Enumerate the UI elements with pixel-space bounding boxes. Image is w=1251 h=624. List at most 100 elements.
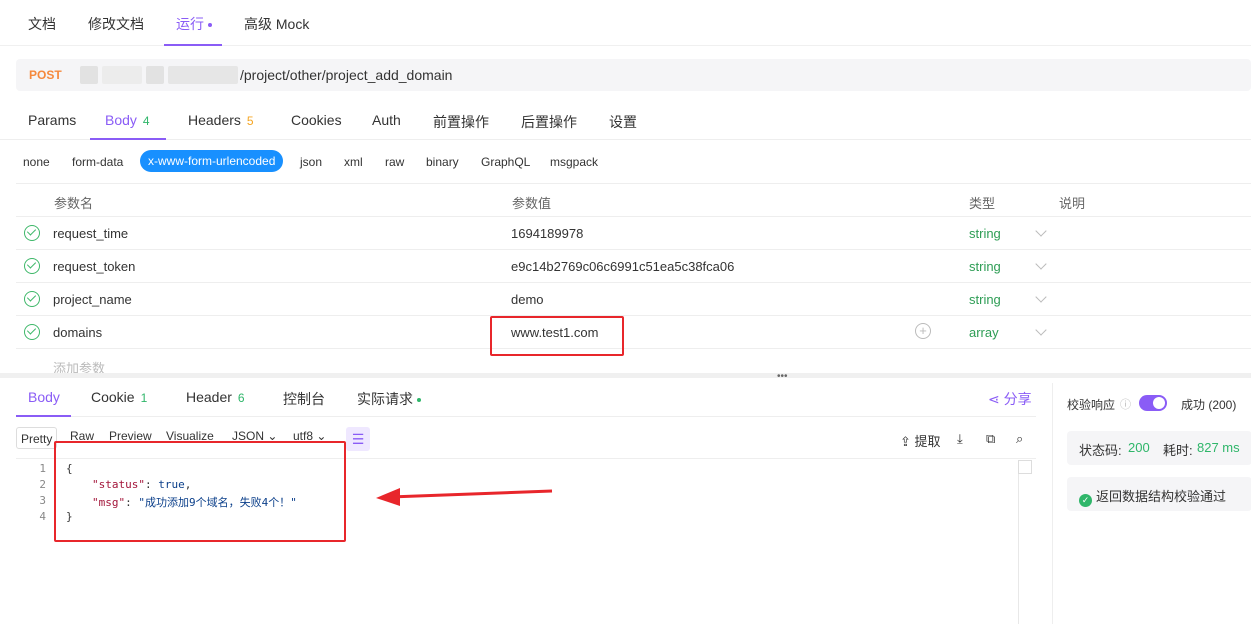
enabled-check-icon[interactable] [24,291,40,307]
tab-advanced-mock[interactable]: 高级 Mock [244,14,309,34]
param-value[interactable]: e9c14b2769c06c6991c51ea5c38fca06 [511,259,734,274]
body-type-form-data[interactable]: form-data [72,155,123,169]
resp-tab-console[interactable]: 控制台 [283,389,325,409]
enabled-check-icon[interactable] [24,324,40,340]
body-type-xml[interactable]: xml [344,155,363,169]
share-icon: ⋖ [988,391,1004,407]
line-number: 2 [39,478,46,491]
top-tab-bar: 文档 修改文档 运行 高级 Mock [0,0,1251,46]
enabled-check-icon[interactable] [24,225,40,241]
resp-tab-header[interactable]: Header 6 [186,389,245,405]
param-name[interactable]: project_name [53,292,132,307]
url-path[interactable]: /project/other/project_add_domain [240,67,452,83]
body-type-urlencoded[interactable]: x-www-form-urlencoded [140,150,284,172]
param-row: request_token e9c14b2769c06c6991c51ea5c3… [16,250,1251,283]
param-row: project_name demo string [16,283,1251,316]
param-type[interactable]: array [969,325,999,340]
add-item-plus-icon[interactable]: + [915,323,931,339]
tab-auth[interactable]: Auth [372,112,401,128]
help-icon: ⓘ [1120,399,1131,411]
tab-body-label: Body [105,112,137,128]
success-label[interactable]: 成功 (200) [1181,396,1236,413]
mode-pretty[interactable]: Pretty [16,427,58,449]
param-name[interactable]: domains [53,325,102,340]
resp-tab-actual-request[interactable]: 实际请求 [357,389,421,409]
param-name[interactable]: request_token [53,259,135,274]
tab-run[interactable]: 运行 [176,14,212,34]
param-type[interactable]: string [969,292,1001,307]
param-row: domains www.test1.com + array [16,316,1251,349]
body-type-msgpack[interactable]: msgpack [550,155,598,169]
param-value[interactable]: demo [511,292,544,307]
body-type-raw[interactable]: raw [385,155,404,169]
body-type-json[interactable]: json [300,155,322,169]
wrap-lines-icon[interactable]: ☰ [346,427,370,451]
tab-edit-docs[interactable]: 修改文档 [88,14,144,34]
resp-tab-cookie-label: Cookie [91,389,135,405]
redacted-host [146,66,164,84]
param-name[interactable]: request_time [53,226,128,241]
tab-body[interactable]: Body 4 [105,112,150,128]
tab-headers[interactable]: Headers 5 [188,112,254,128]
validate-toggle[interactable] [1139,395,1167,411]
tab-run-label: 运行 [176,16,204,32]
active-tab-underline [90,138,166,140]
request-url-bar[interactable]: POST /project/other/project_add_domain [16,59,1251,91]
params-header-row: 参数名 参数值 类型 说明 [16,184,1251,217]
validate-label: 校验响应 [1067,398,1116,412]
resize-handle-icon[interactable]: ••• [777,371,788,382]
chevron-down-icon[interactable] [1035,291,1047,303]
tab-docs[interactable]: 文档 [28,14,56,34]
validation-result: ✓ 返回数据结构校验通过 [1079,486,1226,507]
time-label: 耗时: [1163,443,1193,458]
tab-post-actions[interactable]: 后置操作 [521,112,577,132]
validation-sidebar: 校验响应 ⓘ 成功 (200) 状态码: 200 耗时: 827 ms ✓ 返回数… [1052,383,1251,624]
extract-label: 提取 [914,434,941,449]
copy-icon[interactable]: ⧉ [986,431,995,447]
param-type[interactable]: string [969,226,1001,241]
validation-result-card: ✓ 返回数据结构校验通过 [1067,477,1251,511]
col-desc-header: 说明 [1059,196,1086,211]
chevron-down-icon[interactable] [1035,258,1047,270]
enabled-check-icon[interactable] [24,258,40,274]
extract-icon: ⇪ [900,434,915,449]
body-type-graphql[interactable]: GraphQL [481,155,530,169]
share-button[interactable]: ⋖ 分享 [988,389,1032,409]
redacted-host [102,66,142,84]
body-type-binary[interactable]: binary [426,155,459,169]
param-value[interactable]: 1694189978 [511,226,583,241]
chevron-down-icon[interactable] [1035,324,1047,336]
param-type[interactable]: string [969,259,1001,274]
editor-scrollbar[interactable] [1018,460,1019,624]
validation-message: 返回数据结构校验通过 [1096,489,1227,504]
status-dot [417,398,421,403]
download-icon[interactable]: ⤓ [957,431,963,447]
line-number: 3 [39,494,46,507]
extract-button[interactable]: ⇪ 提取 [900,431,941,450]
tab-pre-actions[interactable]: 前置操作 [433,112,489,132]
tab-params[interactable]: Params [28,112,76,128]
params-table: 参数名 参数值 类型 说明 request_time 1694189978 st… [16,183,1251,376]
status-code-value: 200 [1128,440,1150,455]
status-card: 状态码: 200 耗时: 827 ms [1067,431,1251,465]
red-arrow-icon [376,488,553,506]
body-type-none[interactable]: none [23,155,50,169]
resp-tab-header-label: Header [186,389,232,405]
resp-tab-body[interactable]: Body [28,389,60,405]
chevron-down-icon[interactable] [1035,225,1047,237]
line-number: 4 [39,510,46,523]
time-value: 827 ms [1197,440,1240,455]
tab-cookies[interactable]: Cookies [291,112,342,128]
tab-settings[interactable]: 设置 [609,112,637,132]
response-tab-bar: Body Cookie 1 Header 6 控制台 实际请求 ⋖ 分享 [16,383,1036,417]
request-tab-bar: Params Body 4 Headers 5 Cookies Auth 前置操作 … [0,104,1251,140]
panel-divider[interactable] [0,373,1251,378]
http-method[interactable]: POST [29,68,62,82]
unsaved-dot [208,23,212,28]
search-icon[interactable]: ⌕ [1016,431,1023,447]
col-name-header: 参数名 [54,196,94,211]
header-count-badge: 6 [237,391,245,405]
share-label: 分享 [1003,391,1032,407]
resp-tab-cookie[interactable]: Cookie 1 [91,389,147,405]
headers-count-badge: 5 [246,114,254,128]
